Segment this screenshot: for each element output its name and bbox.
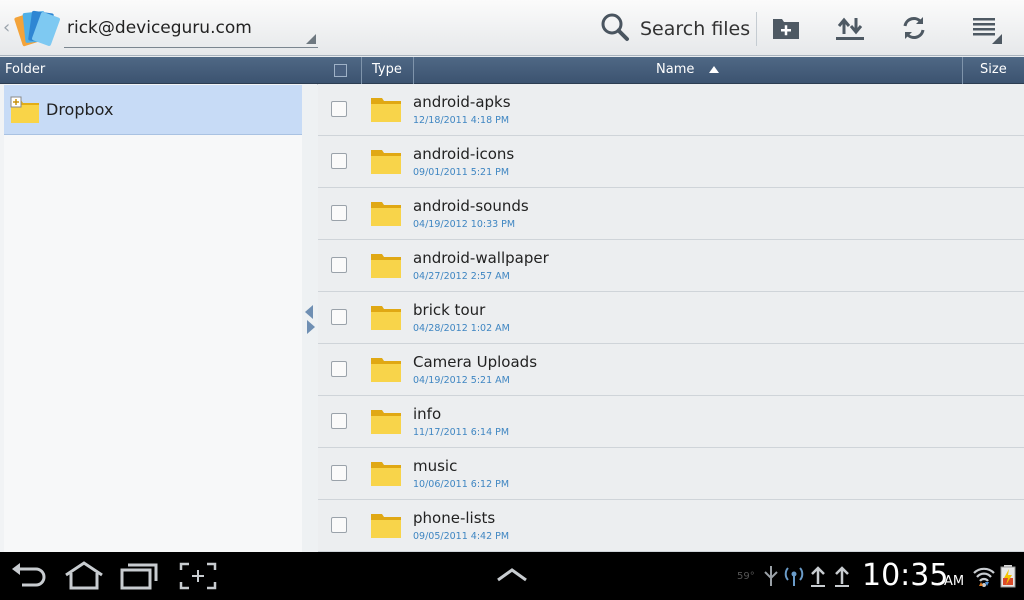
refresh-button[interactable]: [886, 8, 942, 48]
file-name: brick tour: [413, 301, 486, 319]
row-checkbox[interactable]: [331, 413, 347, 429]
column-header-name[interactable]: Name: [656, 62, 694, 77]
divider: [756, 12, 757, 46]
file-list: android-apks 12/18/2011 4:18 PM android-…: [318, 84, 1024, 552]
folder-icon: [371, 98, 401, 122]
account-spinner[interactable]: rick@deviceguru.com: [64, 8, 318, 48]
account-email: rick@deviceguru.com: [67, 18, 252, 38]
overflow-menu-button[interactable]: [958, 8, 1014, 48]
table-row[interactable]: android-wallpaper 04/27/2012 2:57 AM: [318, 240, 1024, 292]
upload-icon: [835, 566, 849, 587]
file-name: android-sounds: [413, 197, 529, 215]
folder-tree-item-dropbox[interactable]: Dropbox: [4, 85, 302, 135]
search-files-button[interactable]: Search files: [598, 10, 751, 46]
column-separator: [361, 57, 362, 84]
folder-column-header: Folder: [0, 57, 318, 84]
folder-icon: [371, 254, 401, 278]
file-date: 04/28/2012 1:02 AM: [413, 323, 510, 334]
table-row[interactable]: android-apks 12/18/2011 4:18 PM: [318, 84, 1024, 136]
table-row[interactable]: music 10/06/2011 6:12 PM: [318, 448, 1024, 500]
file-list-header: Type Name Size: [318, 57, 1024, 84]
file-date: 04/19/2012 10:33 PM: [413, 219, 516, 230]
table-row[interactable]: Camera Uploads 04/19/2012 5:21 AM: [318, 344, 1024, 396]
upload-download-icon: [836, 17, 864, 40]
row-checkbox[interactable]: [331, 517, 347, 533]
row-checkbox[interactable]: [331, 205, 347, 221]
wifi-icon: [973, 567, 995, 587]
column-header-size[interactable]: Size: [980, 62, 1007, 77]
column-header-type[interactable]: Type: [372, 62, 402, 77]
app-logo-icon[interactable]: [12, 6, 62, 50]
screenshot-icon[interactable]: [176, 560, 220, 592]
dropdown-triangle-icon: [306, 34, 316, 44]
table-row[interactable]: info 11/17/2011 6:14 PM: [318, 396, 1024, 448]
column-separator: [962, 57, 963, 84]
row-checkbox[interactable]: [331, 101, 347, 117]
column-separator: [413, 57, 414, 84]
file-date: 09/05/2011 4:42 PM: [413, 531, 510, 542]
file-name: info: [413, 405, 442, 423]
folder-icon: [371, 202, 401, 226]
row-checkbox[interactable]: [331, 153, 347, 169]
battery-charging-icon: [1000, 565, 1016, 588]
clock-ampm: AM: [944, 574, 965, 589]
folder-tree-item-label: Dropbox: [46, 100, 114, 119]
temperature-indicator: 59°: [737, 571, 755, 582]
folder-icon: [371, 462, 401, 486]
folder-icon: [371, 306, 401, 330]
file-name: android-apks: [413, 93, 511, 111]
folder-tree-empty-area: [4, 135, 302, 552]
recent-apps-icon[interactable]: [118, 560, 162, 592]
upload-download-button[interactable]: [822, 8, 878, 48]
folder-pane: Folder Dropbox: [0, 57, 318, 552]
table-row[interactable]: phone-lists 09/05/2011 4:42 PM: [318, 500, 1024, 552]
pane-splitter[interactable]: [302, 85, 318, 552]
home-icon[interactable]: [62, 560, 106, 592]
system-bar: 59° 10:35 AM: [0, 552, 1024, 600]
file-date: 10/06/2011 6:12 PM: [413, 479, 510, 490]
app-window: ‹ rick@deviceguru.com Search files Folde…: [0, 0, 1024, 600]
table-row[interactable]: brick tour 04/28/2012 1:02 AM: [318, 292, 1024, 344]
expand-right-icon[interactable]: [307, 320, 315, 334]
file-list-pane: Type Name Size android-apks 12/18/2011 4…: [318, 57, 1024, 552]
search-icon: [601, 13, 629, 41]
file-name: Camera Uploads: [413, 353, 538, 371]
folder-icon: [371, 150, 401, 174]
chevron-up-icon[interactable]: [490, 560, 534, 592]
file-name: phone-lists: [413, 509, 496, 527]
table-row[interactable]: android-icons 09/01/2011 5:21 PM: [318, 136, 1024, 188]
action-bar: ‹ rick@deviceguru.com Search files: [0, 0, 1024, 56]
file-date: 04/27/2012 2:57 AM: [413, 271, 510, 282]
new-folder-icon: [773, 19, 799, 39]
usb-icon: [764, 566, 778, 586]
refresh-icon: [903, 17, 925, 39]
collapse-left-icon[interactable]: [305, 305, 313, 319]
row-checkbox[interactable]: [331, 465, 347, 481]
file-name: android-wallpaper: [413, 249, 549, 267]
upload-icon: [811, 566, 825, 587]
file-date: 11/17/2011 6:14 PM: [413, 427, 510, 438]
new-folder-button[interactable]: [758, 8, 814, 48]
file-date: 04/19/2012 5:21 AM: [413, 375, 510, 386]
folder-icon: [371, 410, 401, 434]
overflow-menu-icon: [973, 18, 1002, 44]
select-all-checkbox[interactable]: [334, 64, 347, 77]
file-name: music: [413, 457, 458, 475]
file-date: 12/18/2011 4:18 PM: [413, 115, 510, 126]
row-checkbox[interactable]: [331, 361, 347, 377]
sort-ascending-icon: [709, 66, 719, 73]
folder-icon: [371, 358, 401, 382]
search-files-label: Search files: [640, 18, 751, 40]
clock-time: 10:35: [862, 558, 949, 593]
file-date: 09/01/2011 5:21 PM: [413, 167, 510, 178]
back-icon[interactable]: [8, 560, 52, 592]
row-checkbox[interactable]: [331, 309, 347, 325]
file-name: android-icons: [413, 145, 515, 163]
wireless-icon: [784, 567, 804, 586]
folder-icon: [371, 514, 401, 538]
table-row[interactable]: android-sounds 04/19/2012 10:33 PM: [318, 188, 1024, 240]
row-checkbox[interactable]: [331, 257, 347, 273]
folder-expand-icon: [10, 96, 39, 123]
